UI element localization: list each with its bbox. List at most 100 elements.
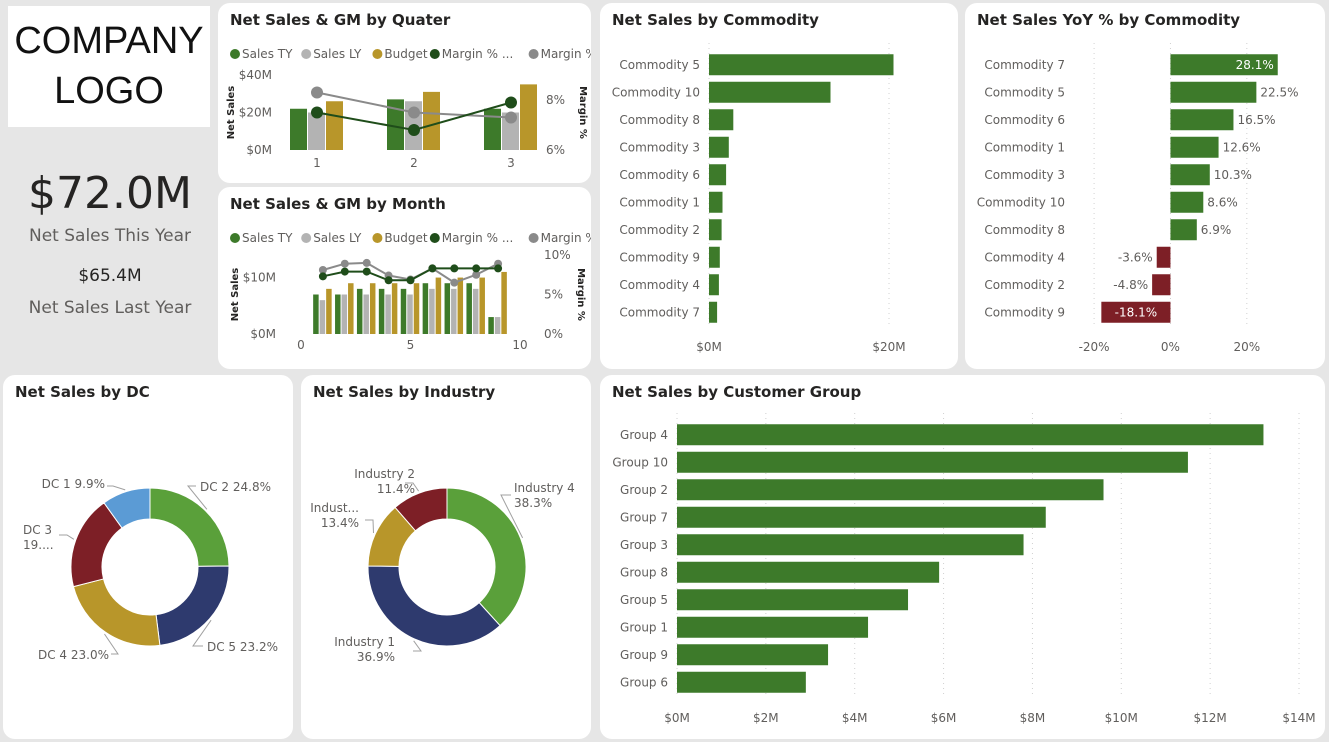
- month-chart-card[interactable]: Net Sales & GM by Month Sales TY Sales LY…: [218, 187, 591, 369]
- bar: [1170, 109, 1234, 131]
- bar: [1156, 246, 1171, 268]
- bar-sales-ty: [444, 283, 451, 334]
- bar: [709, 191, 723, 213]
- kpi-net-sales-this-year-label: Net Sales This Year: [28, 226, 192, 246]
- margin-point: [362, 258, 371, 267]
- bar: [1170, 191, 1204, 213]
- bar: [709, 219, 722, 241]
- legend-item: Sales LY: [313, 47, 362, 61]
- legend-marker: [528, 233, 539, 243]
- x-tick-label: 5: [407, 338, 415, 352]
- slice-label: 38.3%: [514, 496, 552, 510]
- x-tick-label: $2M: [753, 711, 779, 725]
- margin-point: [340, 259, 349, 268]
- bar-sales-ty: [356, 288, 363, 334]
- kpi-net-sales-this-year-value: $72.0M: [28, 168, 192, 219]
- category-label: Commodity 2: [984, 278, 1065, 292]
- legend-item: Margin % ...: [442, 231, 513, 245]
- month-chart: Sales TY Sales LY Budget Margin % ... Margin…: [230, 231, 591, 352]
- bar-sales-ty: [378, 288, 385, 334]
- margin-point: [362, 267, 371, 276]
- y-tick-label: $20M: [239, 106, 272, 120]
- slice-dc-4: [72, 578, 161, 647]
- bar-budget: [348, 283, 354, 334]
- dc-chart-card[interactable]: Net Sales by DC DC 2 24.8% DC 5 23.2% DC 4…: [3, 375, 293, 739]
- bar-sales-ty: [488, 317, 494, 334]
- legend-marker: [429, 49, 440, 59]
- x-tick-label: 20%: [1233, 340, 1260, 354]
- slice-label: DC 4 23.0%: [38, 648, 109, 662]
- y-tick-label: $40M: [239, 68, 272, 82]
- margin-point: [311, 106, 323, 119]
- bar: [709, 274, 719, 296]
- x-tick-label: $6M: [931, 711, 957, 725]
- y2-axis-title: Margin %: [577, 86, 588, 139]
- bar-budget: [326, 288, 332, 334]
- bar-budget: [423, 91, 440, 150]
- commodity-chart-card[interactable]: Net Sales by Commodity Commodity 5 Commod…: [600, 3, 958, 369]
- bar: [1170, 219, 1197, 241]
- slice-dc-2: [149, 487, 230, 567]
- y-tick-label: $10M: [243, 271, 276, 285]
- y2-axis-title: Margin %: [575, 268, 586, 321]
- bar: [677, 589, 909, 611]
- margin-point: [428, 264, 437, 273]
- margin-point: [472, 264, 481, 273]
- slice-label: 11.4%: [377, 482, 415, 496]
- legend-item: Sales TY: [242, 47, 293, 61]
- leader-line: [413, 640, 422, 652]
- legend-marker: [230, 49, 240, 59]
- slice-label: DC 3: [23, 523, 52, 537]
- slice-label: Indust...: [310, 501, 359, 515]
- y2-tick-label: 6%: [546, 143, 565, 157]
- y2-tick-label: 10%: [544, 248, 571, 262]
- bar: [677, 534, 1024, 556]
- industry-chart-card[interactable]: Net Sales by Industry Industry 4 38.3% Ind…: [301, 375, 591, 739]
- data-label: -18.1%: [1115, 305, 1157, 319]
- bar-budget: [369, 283, 376, 334]
- slice-label: DC 1 9.9%: [42, 477, 105, 491]
- bar-sales-ly: [363, 294, 369, 334]
- leader-line: [365, 519, 374, 533]
- category-label: Commodity 9: [619, 250, 700, 264]
- logo-line-2: LOGO: [54, 70, 164, 112]
- margin-point: [406, 276, 415, 285]
- legend-item: Margin %...: [541, 231, 591, 245]
- legend-marker: [301, 233, 312, 243]
- category-label: Group 2: [620, 483, 668, 497]
- margin-point: [450, 278, 459, 287]
- bar-sales-ty: [335, 294, 341, 334]
- yoy-chart-card[interactable]: Net Sales YoY % by Commodity Commodity 7…: [965, 3, 1325, 369]
- margin-point: [450, 264, 459, 273]
- category-label: Group 10: [612, 455, 668, 469]
- commodity-chart: Commodity 5 Commodity 10 Commodity 8 Commod…: [612, 43, 906, 354]
- legend-item: Budget: [384, 231, 427, 245]
- bar: [709, 54, 894, 76]
- margin-point: [494, 264, 503, 273]
- x-tick-label: $0M: [664, 711, 690, 725]
- category-label: Group 8: [620, 565, 668, 579]
- bar: [677, 644, 829, 666]
- bar-sales-ly: [451, 288, 457, 334]
- legend-item: Sales TY: [242, 231, 293, 245]
- bar-sales-ly: [494, 317, 501, 334]
- customer-chart-card[interactable]: Net Sales by Customer Group Group 4 Group…: [600, 375, 1325, 739]
- quarter-chart-card[interactable]: Net Sales & GM by Quater Sales TY Sales L…: [218, 3, 591, 183]
- bar-sales-ly: [407, 294, 413, 334]
- data-label: 16.5%: [1237, 113, 1275, 127]
- leader-line: [107, 485, 126, 491]
- category-label: Group 9: [620, 648, 668, 662]
- x-tick-label: -20%: [1079, 340, 1110, 354]
- bar-sales-ty: [484, 108, 501, 150]
- margin-point: [384, 276, 393, 285]
- category-label: Commodity 10: [977, 195, 1065, 209]
- category-label: Commodity 8: [984, 223, 1065, 237]
- slice-label: 19....: [23, 538, 54, 552]
- y-tick-label: $0M: [250, 327, 276, 341]
- bar: [677, 506, 1046, 528]
- slice-label: Industry 2: [354, 467, 415, 481]
- bar: [1152, 274, 1171, 296]
- category-label: Commodity 2: [619, 223, 700, 237]
- bar-budget: [413, 283, 420, 334]
- data-label: 6.9%: [1201, 223, 1232, 237]
